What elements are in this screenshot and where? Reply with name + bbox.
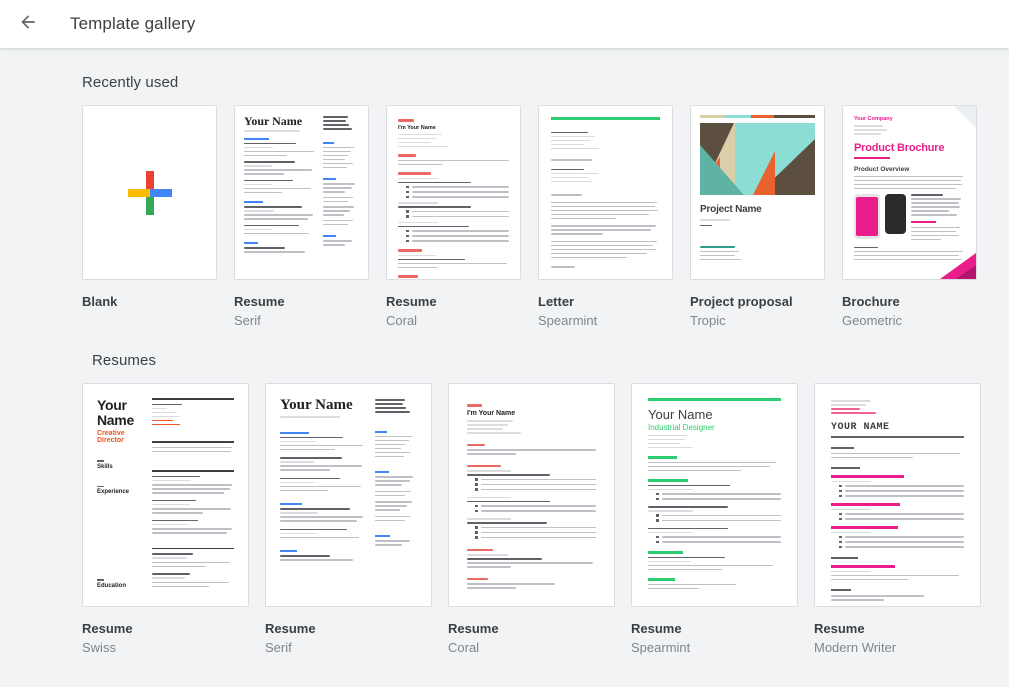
tropic-color-strip — [700, 115, 815, 118]
template-name: Resume — [82, 621, 133, 636]
template-style: Serif — [234, 313, 261, 328]
template-thumbnail-resume-spearmint[interactable]: Your Name Industrial Designer — [631, 383, 798, 607]
thumb-name-text: Your Name — [244, 114, 303, 128]
template-card-resume-serif-lg[interactable]: Your Name Resume Serif — [265, 383, 448, 657]
template-name: Resume — [265, 621, 316, 636]
section-title-resumes: Resumes — [92, 352, 157, 369]
template-row-resumes: Your Name Creative Director Skills Exper… — [0, 383, 1009, 657]
template-name: Resume — [814, 621, 865, 636]
thumb-name-text: Your Name — [648, 406, 713, 422]
template-thumbnail-resume-swiss[interactable]: Your Name Creative Director Skills Exper… — [82, 383, 249, 607]
thumb-name-text: YOUR NAME — [831, 421, 890, 433]
back-button[interactable] — [8, 4, 48, 44]
template-caption: Resume Modern Writer — [814, 607, 997, 657]
template-style: Coral — [386, 313, 418, 328]
template-card-resume-modern-writer[interactable]: YOUR NAME Resume Modern Writer — [814, 383, 997, 657]
template-card-letter-spearmint[interactable]: Letter Spearmint — [538, 105, 690, 330]
google-plus-icon — [127, 170, 172, 215]
thumb-name-text: Your Name — [280, 397, 353, 413]
thumb-company-text: Your Company — [854, 116, 893, 122]
template-name: Resume — [386, 294, 437, 309]
thumb-section-education: Education — [97, 582, 127, 589]
app-header: Template gallery — [0, 0, 1009, 48]
thumb-section-experience: Experience — [97, 489, 130, 496]
template-thumbnail-letter-spearmint[interactable] — [538, 105, 673, 280]
template-name: Resume — [631, 621, 682, 636]
template-caption: Brochure Geometric — [842, 280, 994, 330]
template-thumbnail-resume-coral-lg[interactable]: I'm Your Name — [448, 383, 615, 607]
template-thumbnail-blank[interactable] — [82, 105, 217, 280]
template-caption: Project proposal Tropic — [690, 280, 842, 330]
template-name: Resume — [448, 621, 499, 636]
template-caption: Resume Spearmint — [631, 607, 814, 657]
template-thumbnail-project-proposal-tropic[interactable]: Project Name — [690, 105, 825, 280]
template-card-project-proposal-tropic[interactable]: Project Name Project proposal Tropic — [690, 105, 842, 330]
template-thumbnail-resume-modern-writer[interactable]: YOUR NAME — [814, 383, 981, 607]
template-name: Brochure — [842, 294, 900, 309]
template-style: Spearmint — [631, 640, 691, 655]
thumb-role-text: Industrial Designer — [648, 422, 715, 432]
template-row-recently-used: Blank Your Name Resume Serif I'm Your Na… — [0, 105, 1009, 330]
template-card-resume-spearmint[interactable]: Your Name Industrial Designer Resume Spe… — [631, 383, 814, 657]
arrow-left-icon — [18, 12, 38, 37]
thumb-name-text: I'm Your Name — [398, 124, 436, 131]
tropic-artwork — [700, 123, 815, 195]
template-caption: Resume Serif — [265, 607, 448, 657]
thumb-section-skills: Skills — [97, 463, 113, 470]
template-card-resume-serif[interactable]: Your Name Resume Serif — [234, 105, 386, 330]
corner-triangle-accent — [956, 265, 976, 279]
template-style: Coral — [448, 640, 480, 655]
phone-mockup-dark — [885, 194, 906, 234]
template-thumbnail-resume-serif[interactable]: Your Name — [234, 105, 369, 280]
template-card-resume-coral[interactable]: I'm Your Name Resume Coral — [386, 105, 538, 330]
thumb-name-text: Your Name — [97, 397, 134, 428]
template-caption: Letter Spearmint — [538, 280, 690, 330]
template-style: Geometric — [842, 313, 902, 328]
thumb-subtitle-text: Product Overview — [854, 165, 910, 173]
template-style: Swiss — [82, 640, 116, 655]
thumb-title-text: Product Brochure — [854, 141, 945, 154]
template-style: Spearmint — [538, 313, 598, 328]
thumb-title-text: Project Name — [700, 204, 762, 215]
template-card-blank[interactable]: Blank — [82, 105, 234, 330]
thumb-name-text: I'm Your Name — [467, 409, 516, 417]
template-thumbnail-resume-coral[interactable]: I'm Your Name — [386, 105, 521, 280]
template-caption: Resume Swiss — [82, 607, 265, 657]
template-name: Project proposal — [690, 294, 793, 309]
template-style: Serif — [265, 640, 292, 655]
section-title-recently-used: Recently used — [82, 74, 179, 91]
thumb-role-text: Creative Director — [97, 430, 125, 445]
template-thumbnail-resume-serif-lg[interactable]: Your Name — [265, 383, 432, 607]
phone-mockup-light — [854, 194, 880, 239]
template-caption: Resume Coral — [386, 280, 538, 330]
template-caption: Resume Coral — [448, 607, 631, 657]
template-name: Letter — [538, 294, 575, 309]
page-title: Template gallery — [70, 14, 196, 33]
template-name: Resume — [234, 294, 285, 309]
gallery-content: Recently used Blank Your Name Resume Ser… — [0, 48, 1009, 687]
template-thumbnail-brochure-geometric[interactable]: Your Company Product Brochure Product Ov… — [842, 105, 977, 280]
template-name: Blank — [82, 294, 118, 309]
template-caption: Resume Serif — [234, 280, 386, 330]
template-style: Modern Writer — [814, 640, 897, 655]
template-caption: Blank — [82, 280, 234, 311]
template-style: Tropic — [690, 313, 726, 328]
template-card-resume-swiss[interactable]: Your Name Creative Director Skills Exper… — [82, 383, 265, 657]
template-card-resume-coral-lg[interactable]: I'm Your Name Resume Coral — [448, 383, 631, 657]
template-card-brochure-geometric[interactable]: Your Company Product Brochure Product Ov… — [842, 105, 994, 330]
